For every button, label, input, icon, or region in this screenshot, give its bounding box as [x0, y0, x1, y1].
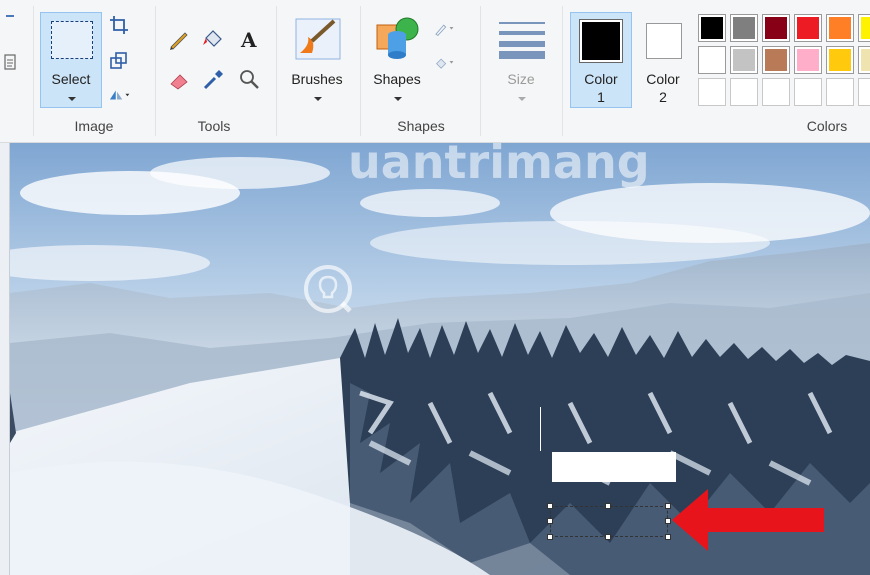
chevron-down-icon [314, 97, 322, 101]
resize-handle[interactable] [547, 534, 553, 540]
resize-handle[interactable] [547, 503, 553, 509]
color2-label-line1: Color [646, 71, 680, 87]
size-button[interactable]: Size [488, 12, 554, 108]
color1-button[interactable]: Color 1 [570, 12, 632, 108]
fill-shape-icon[interactable] [434, 52, 468, 74]
red-arrow-icon [672, 489, 824, 551]
separator [276, 6, 277, 136]
color-palette [696, 12, 870, 108]
palette-swatch[interactable] [730, 46, 758, 74]
ribbon-toolbar: Select Image A Tools Brushes Shapes Shap… [0, 0, 870, 143]
resize-handle[interactable] [665, 534, 671, 540]
palette-empty-swatch[interactable] [858, 78, 870, 106]
resize-icon[interactable] [108, 50, 130, 72]
color1-label-line2: 1 [597, 89, 605, 105]
chevron-down-icon [394, 97, 402, 101]
color2-swatch [646, 23, 682, 59]
brushes-label: Brushes [291, 71, 343, 87]
palette-swatch[interactable] [762, 46, 790, 74]
color1-swatch [579, 19, 623, 63]
color2-button[interactable]: Color 2 [636, 12, 690, 108]
resize-handle[interactable] [605, 534, 611, 540]
eraser-icon[interactable] [168, 68, 190, 90]
crop-icon[interactable] [108, 14, 130, 36]
chevron-down-icon [68, 97, 76, 101]
magnifier-icon[interactable] [238, 68, 260, 90]
watermark-logo-icon [302, 263, 354, 315]
resize-handle[interactable] [605, 503, 611, 509]
resize-handle[interactable] [665, 518, 671, 524]
palette-empty-swatch[interactable] [730, 78, 758, 106]
white-filled-rectangle [552, 452, 676, 482]
palette-swatch[interactable] [794, 14, 822, 42]
palette-empty-swatch[interactable] [698, 78, 726, 106]
color2-label-line2: 2 [659, 89, 667, 105]
image-group-label: Image [74, 118, 114, 134]
shapes-icon [375, 15, 421, 61]
shapes-label: Shapes [373, 71, 421, 87]
pencil-icon[interactable] [168, 28, 190, 50]
select-label: Select [51, 71, 91, 87]
palette-empty-swatch[interactable] [762, 78, 790, 106]
palette-swatch[interactable] [698, 46, 726, 74]
chevron-down-icon [518, 97, 526, 101]
shapes-group-label: Shapes [397, 118, 445, 134]
shapes-button[interactable]: Shapes [366, 12, 428, 108]
palette-swatch[interactable] [698, 14, 726, 42]
palette-swatch[interactable] [730, 14, 758, 42]
tools-group-label: Tools [197, 118, 231, 134]
text-cursor-line [540, 407, 541, 451]
separator [562, 6, 563, 136]
palette-swatch[interactable] [826, 46, 854, 74]
palette-swatch[interactable] [826, 14, 854, 42]
separator [480, 6, 481, 136]
color1-label-line1: Color [584, 71, 618, 87]
brushes-button[interactable]: Brushes [282, 12, 352, 108]
select-rectangle-icon [51, 21, 93, 59]
left-edge-ruler [0, 143, 10, 575]
separator [33, 6, 34, 136]
watermark-text: uantrimang [348, 143, 650, 189]
size-label: Size [507, 71, 535, 87]
palette-swatch[interactable] [794, 46, 822, 74]
paste-icon[interactable] [0, 14, 14, 36]
brush-icon [294, 17, 342, 61]
fill-icon[interactable] [202, 28, 224, 50]
palette-swatch[interactable] [762, 14, 790, 42]
color-picker-icon[interactable] [202, 68, 224, 90]
svg-text:A: A [240, 28, 257, 50]
select-button[interactable]: Select [40, 12, 102, 108]
line-size-icon [499, 19, 545, 59]
resize-handle[interactable] [665, 503, 671, 509]
rotate-icon[interactable] [108, 84, 142, 106]
separator [155, 6, 156, 136]
palette-empty-swatch[interactable] [826, 78, 854, 106]
separator [360, 6, 361, 136]
selection-rectangle[interactable] [547, 503, 671, 540]
palette-swatch[interactable] [858, 46, 870, 74]
outline-icon[interactable] [434, 18, 468, 40]
resize-handle[interactable] [547, 518, 553, 524]
palette-empty-swatch[interactable] [794, 78, 822, 106]
colors-group-label: Colors [806, 118, 848, 134]
palette-swatch[interactable] [858, 14, 870, 42]
text-icon[interactable]: A [238, 28, 260, 52]
copy-icon[interactable] [0, 52, 16, 74]
